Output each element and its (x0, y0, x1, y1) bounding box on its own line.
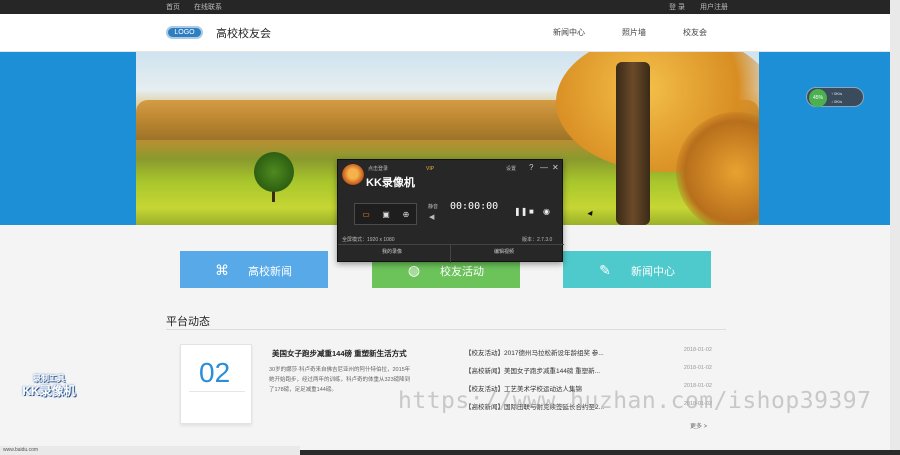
kk-help-button[interactable]: ? (529, 163, 533, 172)
kk-mode-panel: ▭ ▣ ⊕ (354, 203, 417, 225)
list-item[interactable]: 【校友活动】2017德州马拉松新设年龄组奖 参... 2018-01-02 (460, 346, 712, 358)
topbar-home-link[interactable]: 首页 (166, 2, 180, 12)
download-speed-value: 0K/s (834, 99, 843, 104)
kk-minimize-button[interactable]: — (540, 163, 548, 172)
news-date: 2018-01-02 (683, 365, 712, 371)
kk-resolution: 全屏模式：1920 x 1080 (342, 237, 395, 243)
kk-version: 版本：2.7.3.0 (522, 237, 553, 243)
news-title: 【高校新闻】美国女子跑步减重144磅 重塑新... (465, 368, 601, 375)
page-footer-bar (300, 450, 900, 455)
tile-school-news[interactable]: ⌘ 高校新闻 (180, 251, 328, 288)
region-mode-icon[interactable]: ▣ (380, 210, 392, 219)
news-title: 【校友活动】2017德州马拉松新设年龄组奖 参... (465, 350, 604, 357)
kk-title: KK录像机 (366, 177, 415, 189)
date-day: 02 (199, 357, 231, 388)
kk-login-link[interactable]: 点击登录 (368, 165, 388, 172)
kk-mute-label: 静音 (428, 204, 439, 210)
camera-icon[interactable]: ◉ (543, 207, 550, 216)
fullscreen-mode-icon[interactable]: ▭ (360, 210, 372, 219)
topbar-login-link[interactable]: 登 录 (669, 2, 685, 12)
date-card: 02 (180, 344, 252, 424)
grid-icon: ⌘ (215, 262, 229, 278)
news-date: 2018-01-02 (683, 347, 712, 353)
upload-speed: ↑ 0K/s (831, 91, 843, 96)
list-item[interactable]: 【高校新闻】美国女子跑步减重144磅 重塑新... 2018-01-02 (460, 364, 712, 376)
kk-footer-divider (450, 245, 451, 263)
tile-label: 高校新闻 (248, 266, 292, 278)
site-title[interactable]: 高校校友会 (216, 25, 271, 41)
date-card-footer (189, 391, 245, 417)
tile-label: 新闻中心 (631, 266, 675, 278)
kk-close-button[interactable]: ✕ (552, 163, 559, 172)
kk-vip-badge[interactable]: VIP (426, 166, 434, 172)
upload-speed-value: 0K/s (834, 91, 843, 96)
featured-news-title[interactable]: 美国女子跑步减重144磅 重塑新生活方式 (272, 348, 407, 359)
kk-watermark: 录制工具 KK录像机 (17, 372, 81, 398)
banner-small-tree (254, 152, 294, 192)
edit-icon: ✎ (599, 262, 611, 278)
kk-my-videos-button[interactable]: 我的录像 (382, 248, 402, 255)
status-bar-url: www.baidu.com (0, 446, 300, 455)
game-mode-icon[interactable]: ⊕ (400, 210, 412, 219)
kk-recorder-window[interactable]: 点击登录 VIP 设置 ? — ✕ KK录像机 ▭ ▣ ⊕ 静音 ◀ 00:00… (337, 159, 564, 263)
tile-news-center[interactable]: ✎ 新闻中心 (563, 251, 711, 288)
top-bar: 首页 在线联系 登 录 用户注册 (0, 0, 900, 14)
nav-news-center[interactable]: 新闻中心 (553, 27, 585, 38)
topbar-register-link[interactable]: 用户注册 (700, 2, 728, 12)
site-header: LOGO 高校校友会 新闻中心 照片墙 校友会 (0, 14, 900, 52)
featured-news-body: 30岁的娜莎·科卢奇来自佛吉尼亚州的阿什特伯拉，2015年她开始跑步，经过两年的… (269, 367, 411, 393)
kk-divider (338, 244, 564, 245)
topbar-contact-link[interactable]: 在线联系 (194, 2, 222, 12)
download-speed: ↓ 0K/s (831, 99, 843, 104)
kk-watermark-line2: KK录像机 (22, 384, 76, 398)
more-link[interactable]: 更多 > (690, 421, 707, 430)
nav-alumni[interactable]: 校友会 (683, 27, 707, 38)
speaker-icon[interactable]: ◀ (429, 213, 434, 221)
nav-photo-wall[interactable]: 照片墙 (622, 27, 646, 38)
tile-label: 校友活动 (440, 266, 484, 278)
site-logo[interactable]: LOGO (166, 26, 203, 39)
pause-icon[interactable]: ❚❚ (514, 207, 527, 216)
kk-logo-icon (342, 164, 364, 186)
stop-icon[interactable]: ■ (529, 207, 534, 216)
globe-icon: ◍ (407, 262, 421, 278)
network-speed-widget[interactable]: 45% ↑ 0K/s ↓ 0K/s (806, 87, 864, 107)
url-watermark: https://www.huzhan.com/ishop39397 (398, 388, 872, 414)
memory-percent: 45% (809, 89, 827, 107)
kk-settings-button[interactable]: 设置 (506, 165, 516, 172)
section-title: 平台动态 (166, 316, 210, 328)
kk-edit-video-button[interactable]: 编辑视频 (494, 248, 514, 255)
kk-timer: 00:00:00 (450, 201, 499, 212)
banner-tree-trunk (616, 62, 650, 225)
section-divider (166, 329, 726, 330)
scrollbar-track[interactable] (890, 0, 900, 455)
